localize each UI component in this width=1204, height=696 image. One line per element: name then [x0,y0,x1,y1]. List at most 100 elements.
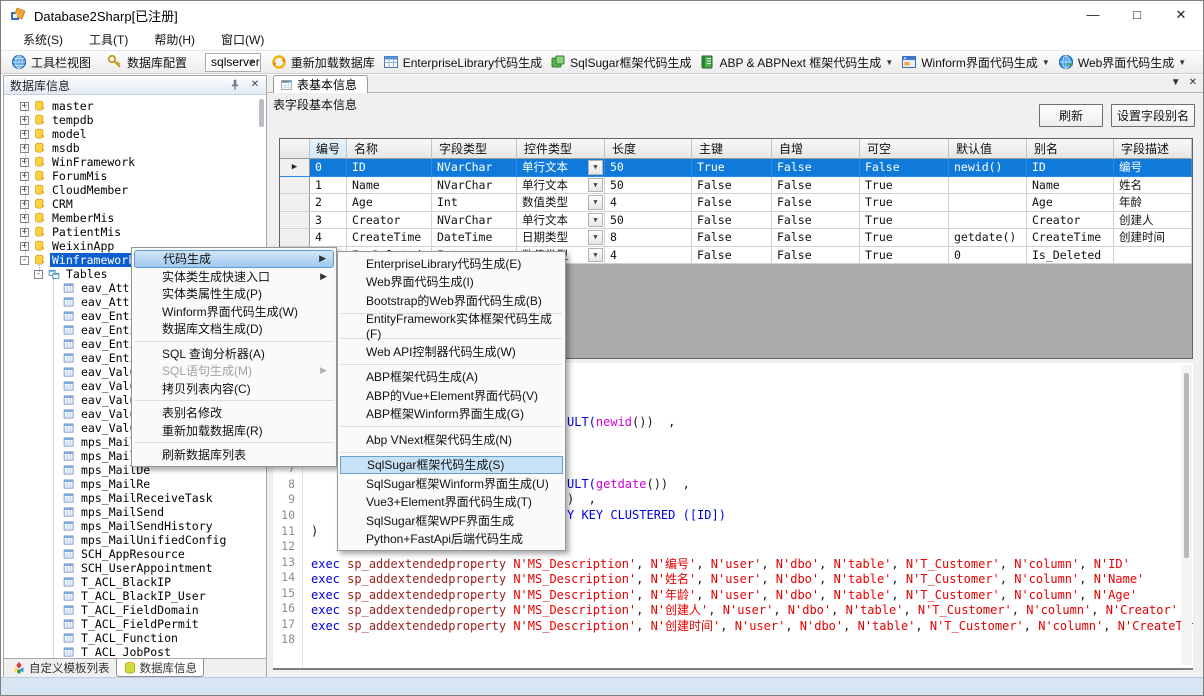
tree-table-13[interactable]: mps_MailDe [4,463,152,477]
grid-cell-1-5[interactable]: False [692,177,772,195]
tree-table-10[interactable]: eav_Value_ [4,421,152,435]
grid-cell-0-8[interactable]: newid() [949,159,1027,177]
tree-table-21[interactable]: T_ACL_BlackIP [4,575,173,589]
grid-cell-0-2[interactable]: NVarChar [432,159,517,177]
grid-cell-5-6[interactable]: False [772,247,860,265]
cell-combobox-button[interactable]: ▼ [588,160,603,175]
close-button[interactable]: ✕ [1159,1,1203,29]
grid-cell-5-9[interactable]: Is_Deleted [1027,247,1114,265]
submenu-item-18[interactable]: Python+FastApi后端代码生成 [340,530,563,549]
tree-table-14[interactable]: mps_MailRe [4,477,152,491]
toolbar-button-9[interactable]: 退出 [1198,52,1204,73]
grid-cell-0-1[interactable]: ID [347,159,432,177]
pin-icon[interactable] [228,78,242,92]
tree-database-CRM[interactable]: +CRM [4,197,75,211]
context-menu-item-8[interactable]: 拷贝列表内容(C) [134,380,334,398]
tree-database-WeixinApp[interactable]: +WeixinApp [4,239,116,253]
grid-cell-5-5[interactable]: False [692,247,772,265]
menubar-item-2[interactable]: 帮助(H) [144,29,205,50]
submenu-item-1[interactable]: Web界面代码生成(I) [340,273,563,292]
maximize-button[interactable]: □ [1115,1,1159,29]
tree-database-ForumMis[interactable]: +ForumMis [4,169,109,183]
tree-database-PatientMis[interactable]: +PatientMis [4,225,123,239]
grid-column-header-5[interactable]: 主键 [692,139,772,159]
grid-cell-2-4[interactable]: 4 [605,194,692,212]
tree-table-1[interactable]: eav_Attrib [4,295,152,309]
grid-column-header-10[interactable]: 字段描述 [1114,139,1192,159]
submenu-item-4[interactable]: EntityFramework实体框架代码生成(F) [340,317,563,336]
submenu-item-6[interactable]: Web API控制器代码生成(W) [340,342,563,361]
toolbar-button-3[interactable]: 重新加载数据库 [267,52,379,73]
tree-table-26[interactable]: T_ACL_JobPost [4,645,173,658]
tree-database-WinFramework[interactable]: +WinFramework [4,155,137,169]
grid-column-header-9[interactable]: 别名 [1027,139,1114,159]
tree-table-24[interactable]: T_ACL_FieldPermit [4,617,201,631]
tab-table-basic-info[interactable]: 表基本信息 [273,75,368,93]
tree-database-CloudMember[interactable]: +CloudMember [4,183,130,197]
grid-cell-3-8[interactable] [949,212,1027,230]
grid-cell-0-10[interactable]: 编号 [1114,159,1192,177]
grid-cell-0-9[interactable]: ID [1027,159,1114,177]
grid-column-header-3[interactable]: 控件类型 [517,139,605,159]
submenu-item-17[interactable]: SqlSugar框架WPF界面生成 [340,511,563,530]
grid-cell-4-1[interactable]: CreateTime [347,229,432,247]
set-field-alias-button[interactable]: 设置字段别名 [1111,104,1195,127]
grid-cell-3-6[interactable]: False [772,212,860,230]
tree-table-20[interactable]: SCH_UserAppointment [4,561,215,575]
grid-cell-3-5[interactable]: False [692,212,772,230]
grid-cell-5-4[interactable]: 4 [605,247,692,265]
grid-column-header-0[interactable]: 编号 [310,139,347,159]
database-type-combobox[interactable]: sqlserver▼ [205,53,261,72]
submenu-item-2[interactable]: Bootstrap的Web界面代码生成(B) [340,291,563,310]
grid-column-header-8[interactable]: 默认值 [949,139,1027,159]
toolbar-button-4[interactable]: EnterpriseLibrary代码生成 [379,52,546,73]
tree-table-22[interactable]: T_ACL_BlackIP_User [4,589,208,603]
context-menu-item-6[interactable]: SQL 查询分析器(A) [134,345,334,363]
grid-cell-1-9[interactable]: Name [1027,177,1114,195]
refresh-button[interactable]: 刷新 [1039,104,1103,127]
sidebar-tab-0[interactable]: 自定义模板列表 [6,659,116,677]
tree-node-tables[interactable]: -Tables [4,267,110,281]
grid-cell-0-3[interactable]: 单行文本▼ [517,159,605,177]
tree-database-tempdb[interactable]: +tempdb [4,113,96,127]
tree-table-15[interactable]: mps_MailReceiveTask [4,491,215,505]
grid-cell-2-8[interactable] [949,194,1027,212]
tree-scrollbar-thumb[interactable] [259,99,264,127]
grid-cell-4-4[interactable]: 8 [605,229,692,247]
grid-row-selector[interactable] [280,212,310,230]
grid-cell-1-8[interactable] [949,177,1027,195]
grid-column-header-6[interactable]: 自增 [772,139,860,159]
grid-cell-3-10[interactable]: 创建人 [1114,212,1192,230]
tree-table-12[interactable]: mps_MailCo [4,449,152,463]
submenu-item-9[interactable]: ABP的Vue+Element界面代码(V) [340,386,563,405]
grid-column-header-4[interactable]: 长度 [605,139,692,159]
context-menu-item-13[interactable]: 刷新数据库列表 [134,446,334,464]
sidebar-close-icon[interactable]: ✕ [248,78,262,92]
grid-cell-1-10[interactable]: 姓名 [1114,177,1192,195]
grid-cell-1-7[interactable]: True [860,177,949,195]
grid-cell-3-2[interactable]: NVarChar [432,212,517,230]
cell-combobox-button[interactable]: ▼ [588,195,603,210]
toolbar-button-0[interactable]: 工具栏视图 [7,52,95,73]
grid-cell-3-0[interactable]: 3 [310,212,347,230]
tree-table-17[interactable]: mps_MailSendHistory [4,519,215,533]
grid-cell-4-2[interactable]: DateTime [432,229,517,247]
tree-database-master[interactable]: +master [4,99,96,113]
grid-row-selector[interactable] [280,229,310,247]
tree-table-8[interactable]: eav_Value_ [4,393,152,407]
submenu-item-10[interactable]: ABP框架Winform界面生成(G) [340,405,563,424]
context-menu-item-0[interactable]: 代码生成▶ [134,250,334,268]
sidebar-tab-1[interactable]: 数据库信息 [116,659,205,677]
grid-cell-4-10[interactable]: 创建时间 [1114,229,1192,247]
cell-combobox-button[interactable]: ▼ [588,248,603,263]
tab-list-dropdown-icon[interactable]: ▼ [1171,77,1181,88]
minimize-button[interactable]: — [1071,1,1115,29]
grid-row-selector[interactable] [280,194,310,212]
toolbar-button-6[interactable]: ABP & ABPNext 框架代码生成▼ [695,52,897,73]
menubar-item-0[interactable]: 系统(S) [13,29,73,50]
submenu-item-14[interactable]: SqlSugar框架代码生成(S) [340,456,563,475]
grid-cell-0-6[interactable]: False [772,159,860,177]
grid-cell-1-6[interactable]: False [772,177,860,195]
sql-scrollbar-thumb[interactable] [1184,373,1189,558]
grid-cell-1-4[interactable]: 50 [605,177,692,195]
